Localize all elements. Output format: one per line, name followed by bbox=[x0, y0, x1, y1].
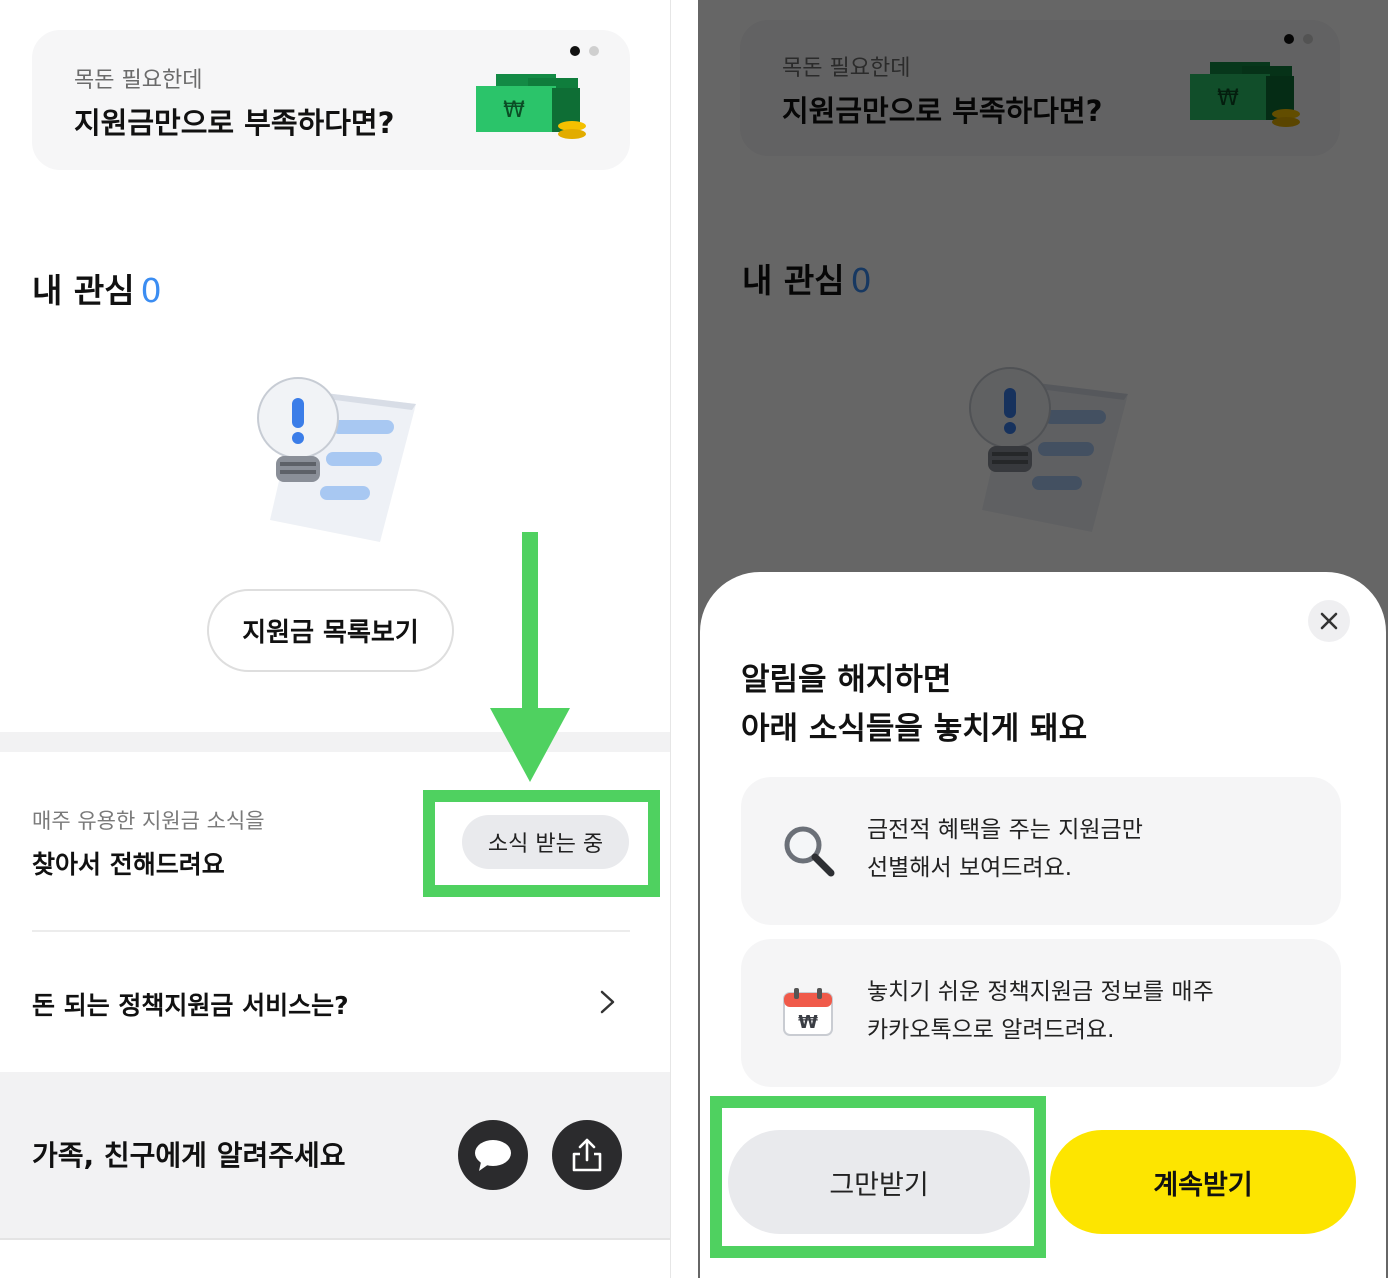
magnifier-icon bbox=[784, 826, 835, 877]
highlight-box bbox=[423, 790, 660, 897]
lightbulb-document-illustration bbox=[257, 377, 416, 542]
benefit-text-line1: 놓치기 쉬운 정책지원금 정보를 매주 bbox=[867, 979, 1214, 1005]
news-title: 찾아서 전해드려요 bbox=[32, 850, 225, 879]
keep-notifications-button[interactable]: 계속받기 bbox=[1050, 1130, 1356, 1234]
page-dot-active bbox=[570, 46, 580, 56]
banner-subtitle: 목돈 필요한데 bbox=[74, 68, 203, 93]
highlight-box bbox=[710, 1096, 1046, 1258]
chevron-right-icon[interactable] bbox=[595, 985, 621, 1019]
benefit-text-line2: 선별해서 보여드려요. bbox=[867, 855, 1073, 881]
share-icon bbox=[572, 1138, 602, 1172]
screen-divider bbox=[670, 0, 698, 1278]
promo-banner[interactable]: 목돈 필요한데 지원금만으로 부족하다면? ₩ bbox=[32, 30, 630, 170]
support-list-button[interactable]: 지원금 목록보기 bbox=[207, 589, 454, 672]
service-link-label[interactable]: 돈 되는 정책지원금 서비스는? bbox=[32, 986, 349, 1022]
sheet-title-line1: 알림을 해지하면 bbox=[741, 662, 952, 698]
benefit-text-line1: 금전적 혜택을 주는 지원금만 bbox=[867, 817, 1143, 843]
divider-line bbox=[0, 1238, 670, 1240]
chat-bubble-icon bbox=[475, 1140, 511, 1171]
interest-label: 내 관심 bbox=[32, 271, 135, 310]
banner-page-dots bbox=[570, 46, 599, 56]
calendar-won-icon: ₩ bbox=[783, 988, 833, 1036]
close-icon bbox=[1320, 612, 1338, 630]
share-button[interactable] bbox=[552, 1120, 622, 1190]
benefit-text-line2: 카카오톡으로 알려드려요. bbox=[867, 1017, 1115, 1043]
share-label: 가족, 친구에게 알려주세요 bbox=[32, 1139, 346, 1172]
won-money-icon: ₩ bbox=[476, 74, 586, 139]
banner-title: 지원금만으로 부족하다면? bbox=[74, 106, 395, 140]
sheet-title-line2: 아래 소식들을 놓치게 돼요 bbox=[741, 711, 1088, 747]
my-interest-heading: 내 관심0 bbox=[32, 264, 162, 312]
close-button[interactable] bbox=[1308, 600, 1350, 642]
svg-text:₩: ₩ bbox=[798, 1012, 818, 1033]
benefit-card: ₩ 놓치기 쉬운 정책지원금 정보를 매주 카카오톡으로 알려드려요. bbox=[741, 939, 1341, 1087]
interest-count: 0 bbox=[140, 271, 162, 310]
divider-line bbox=[32, 930, 630, 932]
kakao-share-button[interactable] bbox=[458, 1120, 528, 1190]
left-screen: 목돈 필요한데 지원금만으로 부족하다면? ₩ 내 관심 0 지원금 목록보기 … bbox=[0, 0, 670, 1278]
benefit-card: 금전적 혜택을 주는 지원금만 선별해서 보여드려요. bbox=[741, 777, 1341, 925]
news-subtitle: 매주 유용한 지원금 소식을 bbox=[32, 809, 265, 833]
svg-text:₩: ₩ bbox=[503, 98, 525, 123]
page-dot bbox=[589, 46, 599, 56]
green-arrow-annotation bbox=[490, 532, 570, 782]
right-screen: 목돈 필요한데 지원금만으로 부족하다면? ₩ 내 관심0 bbox=[698, 0, 1388, 1278]
